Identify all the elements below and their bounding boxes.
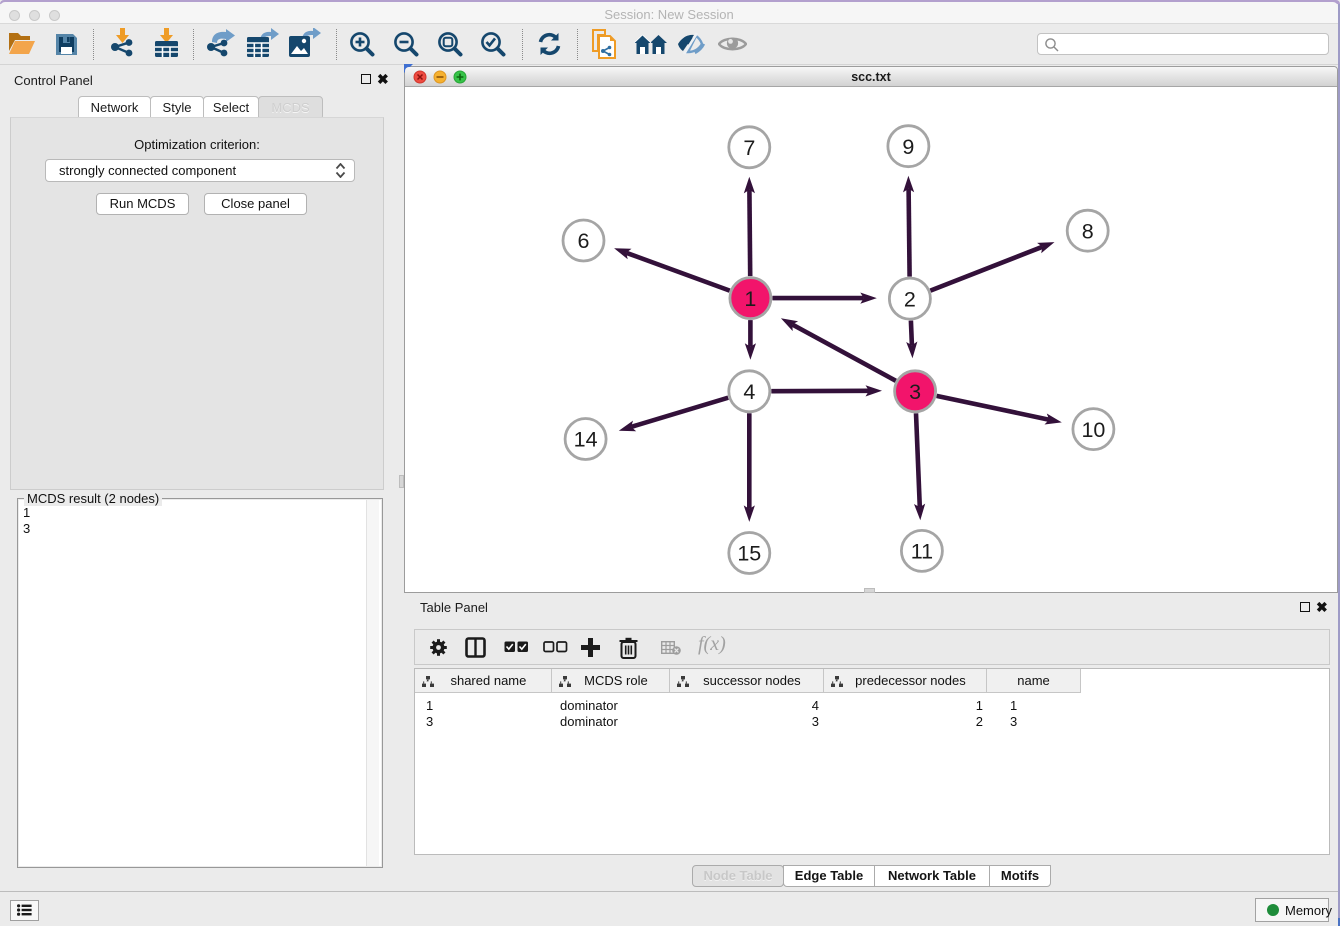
svg-text:8: 8 xyxy=(1082,219,1094,243)
svg-text:2: 2 xyxy=(904,287,916,311)
svg-text:10: 10 xyxy=(1081,418,1105,442)
svg-text:4: 4 xyxy=(743,380,755,404)
svg-text:7: 7 xyxy=(743,136,755,160)
svg-text:6: 6 xyxy=(578,229,590,253)
svg-text:15: 15 xyxy=(737,542,761,566)
svg-text:14: 14 xyxy=(574,428,598,452)
svg-text:11: 11 xyxy=(911,540,933,564)
svg-text:9: 9 xyxy=(902,135,914,159)
svg-text:1: 1 xyxy=(744,287,756,311)
svg-text:3: 3 xyxy=(909,380,921,404)
